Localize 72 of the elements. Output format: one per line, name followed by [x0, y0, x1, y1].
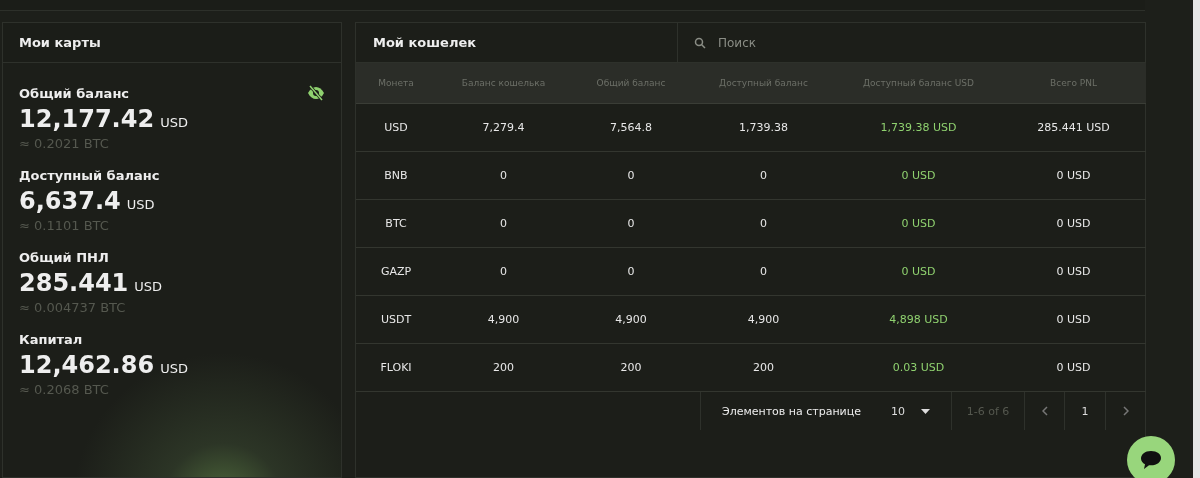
table-cell: 0 — [500, 265, 507, 278]
balance-amount: 285.441 — [19, 269, 129, 297]
panel-title: Мои карты — [19, 35, 101, 50]
table-cell: 7,279.4 — [482, 121, 525, 134]
table-cell: 0 — [500, 217, 507, 230]
table-cell: USD — [384, 121, 408, 134]
table-cell: FLOKI — [380, 361, 412, 374]
column-header: Общий баланс — [596, 78, 666, 88]
table-cell: 0 — [627, 169, 635, 182]
table-cell: BNB — [384, 169, 408, 182]
column-header: Доступный баланс — [719, 78, 808, 88]
speech-bubble-icon — [1140, 450, 1162, 470]
table-cell: 0 USD — [901, 217, 936, 230]
table-cell: 200 — [753, 361, 774, 374]
eye-slash-icon[interactable] — [307, 85, 325, 101]
table-cell: GAZP — [380, 265, 412, 278]
page-number[interactable]: 1 — [1064, 392, 1105, 430]
chevron-left-icon — [1041, 406, 1048, 416]
caret-icon — [921, 408, 931, 414]
balance-amount: 6,637.4 — [19, 187, 121, 215]
table-cell: 0 USD — [1056, 361, 1091, 374]
column-header: Монета — [378, 78, 414, 88]
per-page-select[interactable]: 10 — [891, 404, 931, 418]
table-cell: 4,900 — [747, 313, 780, 326]
table-cell: 4,898 USD — [889, 313, 948, 326]
currency-label: USD — [126, 197, 155, 212]
btc-equivalent: ≈ 0.004737 BTC — [19, 300, 126, 315]
table-cell: 0 — [760, 217, 767, 230]
table-cell: BTC — [385, 217, 407, 230]
balance-amount: 12,177.42 — [19, 105, 155, 133]
balance-label: Доступный баланс — [19, 168, 160, 183]
column-header: Всего PNL — [1050, 78, 1097, 88]
column-header: Баланс кошелька — [461, 78, 546, 88]
chevron-right-icon — [1122, 406, 1129, 416]
table-cell: 1,739.38 — [739, 121, 788, 134]
table-cell: 0 USD — [1056, 217, 1091, 230]
currency-label: USD — [160, 361, 188, 376]
btc-equivalent: ≈ 0.2021 BTC — [19, 136, 109, 151]
balance-amount: 12,462.86 — [19, 351, 155, 379]
btc-equivalent: ≈ 0.2068 BTC — [19, 382, 109, 397]
table-cell: 0 — [500, 169, 507, 182]
balance-label: Капитал — [19, 332, 83, 347]
table-cell: 0 USD — [901, 169, 936, 182]
table-cell: 285.441 USD — [1037, 121, 1110, 134]
btc-equivalent: ≈ 0.1101 BTC — [19, 218, 109, 233]
search-field[interactable]: Поиск — [678, 23, 1145, 62]
balance-label: Общий ПНЛ — [19, 250, 109, 265]
search-input[interactable]: Поиск — [716, 34, 870, 51]
currency-label: USD — [134, 279, 163, 294]
table-cell: 0 — [627, 265, 635, 278]
table-cell: 0 USD — [1056, 313, 1091, 326]
table-cell: 1,739.38 USD — [880, 121, 957, 134]
table-cell: 0 — [760, 265, 767, 278]
table-cell: USDT — [380, 313, 412, 326]
currency-label: USD — [160, 115, 188, 130]
table-cell: 4,900 — [487, 313, 520, 326]
search-icon — [694, 36, 706, 49]
balance-label: Общий баланс — [19, 85, 130, 101]
per-page-label: Элементов на странице — [721, 404, 862, 418]
chat-button[interactable] — [1127, 436, 1175, 478]
panel-title: Мой кошелек — [373, 35, 477, 50]
table-cell: 200 — [620, 361, 642, 374]
table-cell: 0 USD — [901, 265, 936, 278]
table-cell: 0 USD — [1056, 265, 1091, 278]
table-cell: 0 — [760, 169, 767, 182]
table-cell: 200 — [493, 361, 514, 374]
table-cell: 7,564.8 — [610, 121, 652, 134]
column-header: Доступный баланс USD — [863, 78, 974, 88]
table-cell: 0 — [627, 217, 635, 230]
table-cell: 0 USD — [1056, 169, 1091, 182]
table-cell: 4,900 — [615, 313, 647, 326]
table-cell: 0.03 USD — [892, 361, 945, 374]
